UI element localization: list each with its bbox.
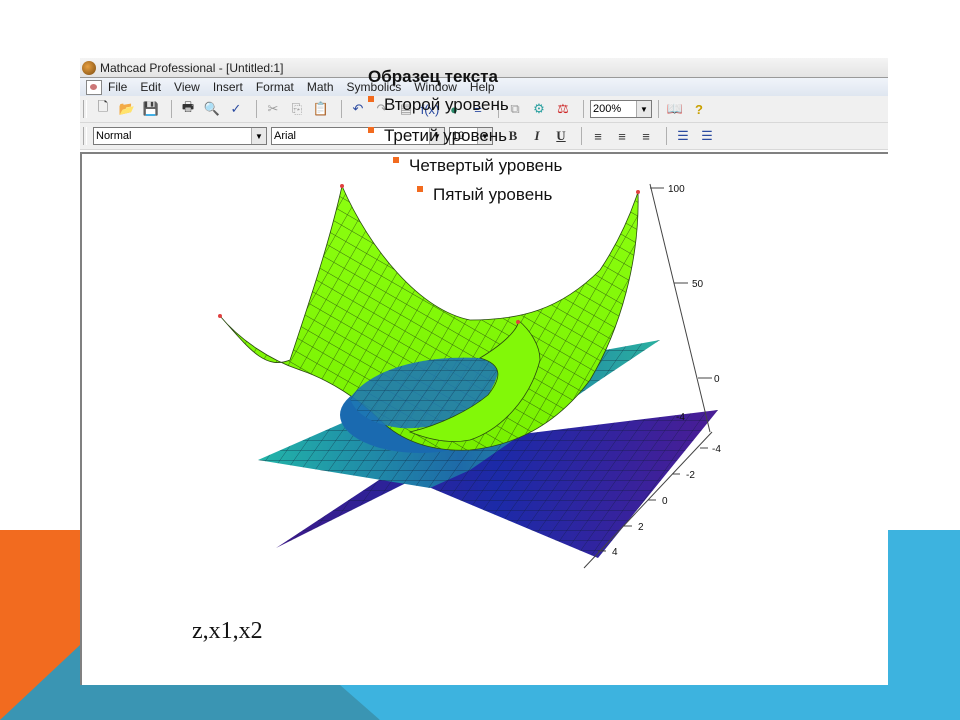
x-tick-label: -4 [676, 412, 685, 423]
corner-point [340, 184, 344, 188]
bullet-icon [417, 186, 423, 192]
slide-text-level5-label: Пятый уровень [433, 185, 553, 204]
y-tick-label: -2 [686, 470, 695, 481]
y-tick-label: 2 [638, 522, 644, 533]
x-axis: -4 [676, 412, 685, 423]
corner-point [516, 320, 520, 324]
slide-text-level5: Пятый уровень [417, 185, 552, 205]
slide-text-level3: Третий уровень [368, 126, 507, 146]
y-tick-label: 4 [612, 547, 618, 558]
slide-text-level4: Четвертый уровень [393, 156, 562, 176]
y-tick-label: 0 [662, 496, 668, 507]
slide-text-level2: Второй уровень [368, 95, 509, 115]
slide-text-level1: Образец текста [368, 67, 498, 86]
bullet-icon [368, 127, 374, 133]
y-tick-label: -4 [712, 444, 721, 455]
slide-text-level2-label: Второй уровень [384, 95, 509, 114]
z-tick-label: 0 [714, 374, 720, 385]
z-tick-label: 100 [668, 184, 685, 195]
z-tick-label: 50 [692, 279, 704, 290]
corner-point [218, 314, 222, 318]
plot-expression-label[interactable]: z,x1,x2 [192, 618, 263, 645]
slide-text-level3-label: Третий уровень [384, 126, 508, 145]
z-axis: 100 50 0 [649, 183, 720, 433]
bullet-icon [368, 96, 374, 102]
corner-point [636, 190, 640, 194]
bullet-icon [393, 157, 399, 163]
slide-text-level4-label: Четвертый уровень [409, 156, 563, 175]
